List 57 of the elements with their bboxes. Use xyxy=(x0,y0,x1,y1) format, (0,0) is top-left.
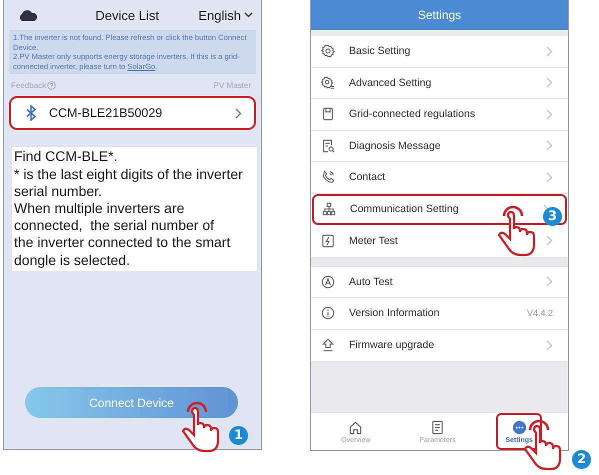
row-label: Contact xyxy=(349,171,386,184)
hand-pointer-icon xyxy=(180,401,220,453)
settings-row[interactable]: Auto Test xyxy=(311,266,568,298)
settings-row[interactable]: Diagnosis Message xyxy=(311,130,568,162)
chevron-right-icon xyxy=(546,235,553,246)
chevron-right-icon xyxy=(546,46,553,57)
row-label: Basic Setting xyxy=(349,45,412,58)
chevron-right-icon xyxy=(546,172,553,183)
info-icon xyxy=(321,306,335,320)
bluetooth-icon xyxy=(25,105,37,122)
home-icon xyxy=(348,420,364,434)
row-label: Version Information xyxy=(349,307,440,320)
row-label: Communication Setting xyxy=(350,203,460,216)
device-item[interactable]: CCM-BLE21B50029 xyxy=(9,96,256,130)
circled-letter-icon xyxy=(321,274,335,289)
chevron-right-icon xyxy=(235,108,242,119)
report-icon xyxy=(321,138,335,153)
version-value: V4.4.2 xyxy=(526,308,553,318)
device-name: CCM-BLE21B50029 xyxy=(49,106,164,120)
caret-icon xyxy=(244,12,253,18)
row-label: Diagnosis Message xyxy=(349,140,442,152)
chevron-right-icon xyxy=(546,77,553,88)
more-icon xyxy=(512,420,527,434)
upload-icon xyxy=(321,338,335,352)
settings-row[interactable]: Firmware upgrade xyxy=(311,330,568,361)
screen-title: Device List xyxy=(94,8,160,22)
network-icon xyxy=(322,202,336,216)
chevron-right-icon xyxy=(546,108,553,120)
settings-row[interactable]: Contact xyxy=(311,162,568,194)
settings-row[interactable]: Version Information V4.4.2 xyxy=(311,298,568,330)
step-badge: 2 xyxy=(572,450,592,469)
settings-row[interactable]: Basic Setting xyxy=(311,36,568,68)
row-label: Grid-connected regulations xyxy=(349,108,476,120)
settings-row[interactable]: Grid-connected regulations xyxy=(311,99,568,130)
step-badge: 3 xyxy=(543,206,562,226)
row-label: Meter Test xyxy=(349,234,399,247)
document-icon xyxy=(430,420,445,434)
row-label: Auto Test xyxy=(349,276,394,288)
card-icon xyxy=(321,107,335,122)
meter-icon xyxy=(321,234,335,248)
brand-label: PV Master xyxy=(214,80,251,90)
cloud-icon xyxy=(18,8,38,22)
settings-row[interactable]: Advanced Setting xyxy=(311,68,568,99)
phone-icon xyxy=(321,170,335,184)
language-selector[interactable]: English xyxy=(198,8,253,22)
callout-text: Find CCM-BLE*. * is the last eight digits of the inverter serial number. When multiple inverters are connected, the serial number of the inverter connected to the smart dongle is selected. xyxy=(12,147,257,271)
help-icon xyxy=(47,80,56,90)
screen-title: Settings xyxy=(418,8,462,22)
step-badge: 1 xyxy=(229,426,248,445)
chevron-right-icon xyxy=(546,340,553,351)
settings-row[interactable]: Meter Test xyxy=(311,225,568,256)
row-label: Advanced Setting xyxy=(349,76,432,89)
row-label: Firmware upgrade xyxy=(349,339,436,352)
chevron-right-icon xyxy=(546,140,553,152)
gear-icon xyxy=(321,76,335,90)
chevron-right-icon xyxy=(546,276,553,288)
gear-icon xyxy=(321,44,335,58)
